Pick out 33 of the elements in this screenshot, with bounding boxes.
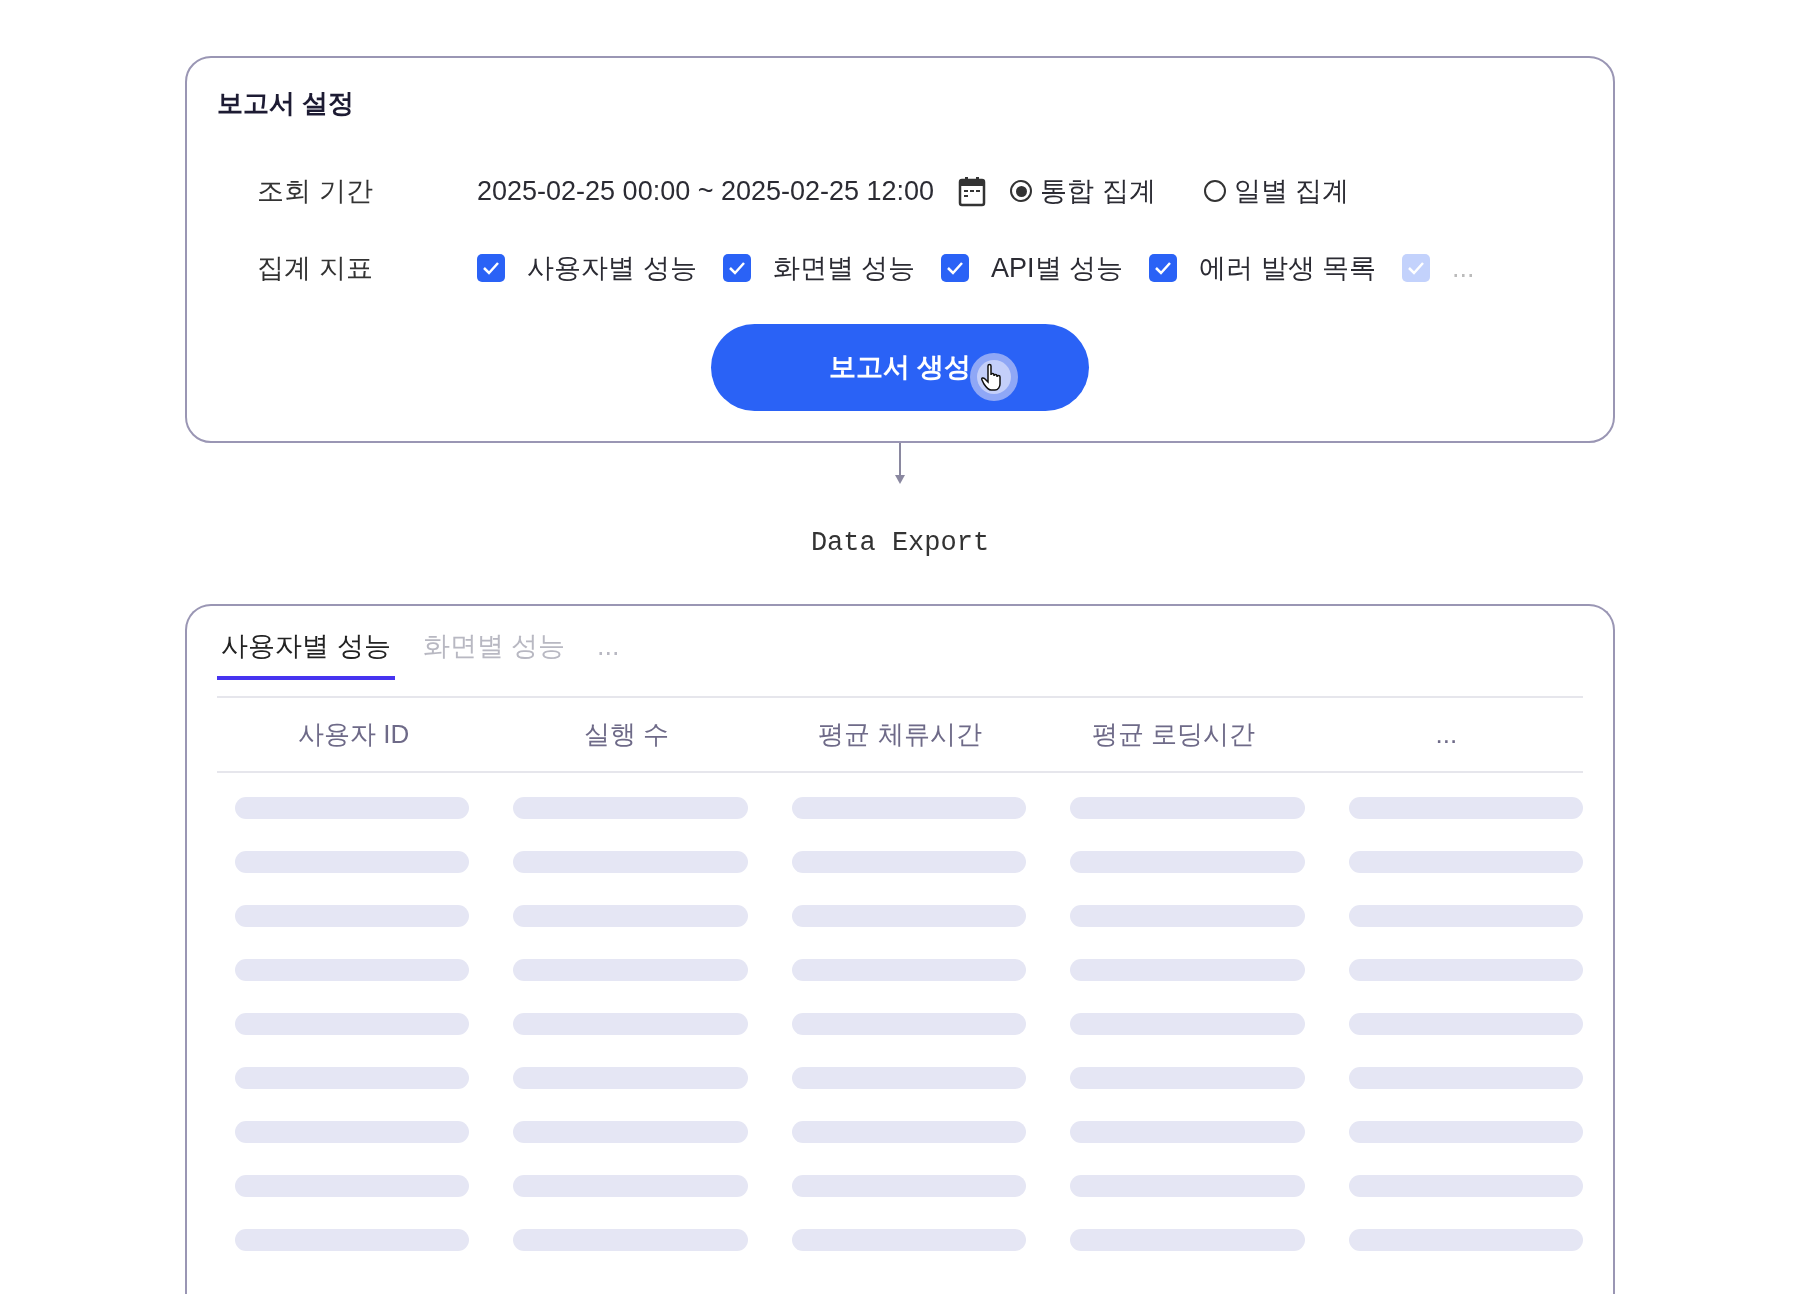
checkbox-label: 에러 발생 목록 [1199,251,1377,285]
radio-button[interactable] [1203,180,1226,203]
field-label: 집계 지표 [256,251,374,285]
field-label: 조회 기간 [256,175,374,208]
checkbox[interactable] [1149,253,1178,282]
column-header: 사용자 ID [298,719,410,749]
column-header: 평균 로딩시간 [1091,719,1255,749]
generate-report-button[interactable]: 보고서 생성 [711,324,1089,411]
checkbox-label: 사용자별 성능 [527,251,697,285]
radio-label: 일별 집계 [1233,175,1350,208]
checkbox[interactable] [477,253,505,282]
check-icon [1407,260,1426,275]
checkbox[interactable] [941,253,970,282]
checkbox-label: API별 성능 [991,251,1124,285]
checkbox-label: ... [1452,251,1475,285]
date-range-text: 2025-02-25 00:00 ~ 2025-02-25 12:00 [477,175,935,208]
checkbox[interactable] [722,253,751,282]
radio-button[interactable] [1010,180,1033,203]
check-icon [482,260,500,275]
hand-cursor-icon [969,352,1019,402]
connector-arrow [894,443,906,485]
section-title: 보고서 설정 [217,87,356,120]
tab[interactable]: 사용자별 성능 [217,617,395,680]
check-icon [727,260,746,275]
calendar-icon[interactable] [958,175,987,208]
check-icon [1154,260,1173,275]
column-header: 실행 수 [584,719,670,749]
column-header: 평균 체류시간 [818,719,982,749]
flow-label: Data Export [810,528,990,558]
column-header: ... [1435,719,1458,749]
radio-label: 통합 집계 [1040,175,1156,208]
checkbox-label: 화면별 성능 [772,251,916,285]
check-icon [946,260,965,275]
